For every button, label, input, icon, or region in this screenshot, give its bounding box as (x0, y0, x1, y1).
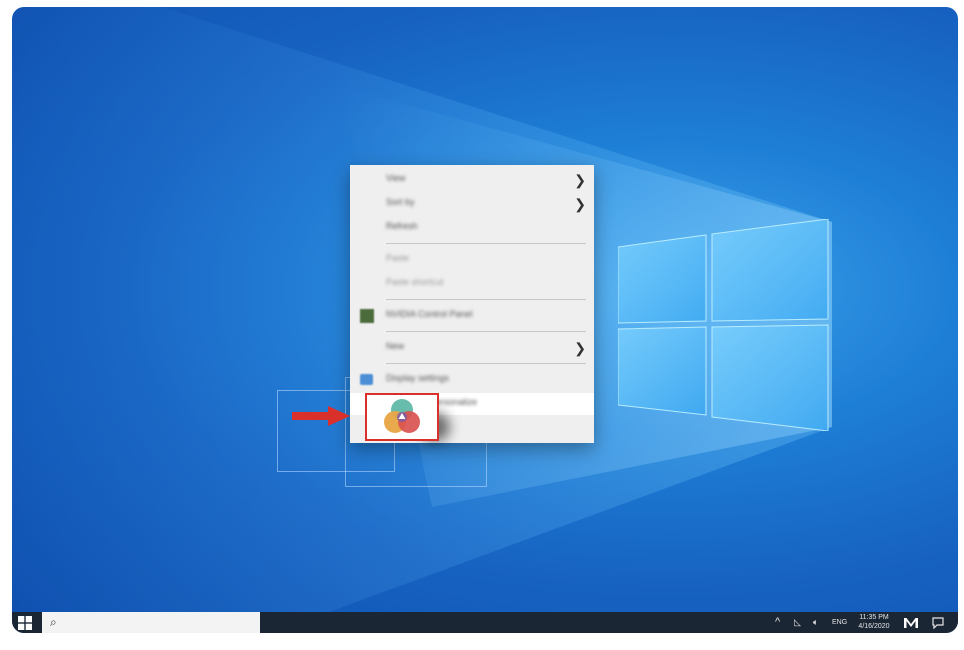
menu-item-display-settings[interactable]: Display settings (350, 369, 594, 391)
menu-separator (386, 363, 586, 364)
menu-item-label: Paste (386, 253, 410, 263)
menu-item-label: Sort by (386, 197, 415, 207)
menu-item-paste-shortcut: Paste shortcut (350, 273, 594, 295)
chevron-right-icon: ❯ (574, 340, 586, 356)
red-pointer-arrow-icon (292, 406, 350, 426)
menu-item-label: Refresh (386, 221, 418, 231)
highlighted-color-app-icon[interactable] (365, 393, 439, 441)
volume-icon[interactable]: 🔈︎ (813, 612, 818, 633)
menu-item-label: New (386, 341, 405, 351)
menu-item-refresh[interactable]: Refresh (350, 217, 594, 239)
menu-item-view[interactable]: View ❯ (350, 169, 594, 191)
menu-item-label: NVIDIA Control Panel (386, 309, 473, 319)
display-icon (360, 374, 373, 385)
windows-logo-wallpaper (618, 219, 829, 431)
language-indicator[interactable]: ENG (832, 612, 847, 633)
show-hidden-icons-chevron[interactable]: ^ (775, 612, 780, 633)
clock-time: 11:35 PM (859, 614, 889, 621)
taskbar-search-box[interactable]: ⌕ (42, 612, 260, 633)
menu-item-nvidia-control-panel[interactable]: NVIDIA Control Panel (350, 305, 594, 327)
windows-start-icon[interactable] (18, 616, 32, 630)
taskbar: ⌕ ^ ◺ 🔈︎ ENG 11:35 PM 4/16/2020 (12, 612, 958, 633)
search-icon: ⌕ (50, 615, 57, 629)
menu-item-label: View (386, 173, 406, 183)
menu-item-sort-by[interactable]: Sort by ❯ (350, 193, 594, 215)
chevron-right-icon: ❯ (574, 172, 586, 188)
chevron-right-icon: ❯ (574, 196, 586, 212)
menu-separator (386, 243, 586, 244)
color-circles-icon (384, 399, 420, 433)
network-icon[interactable]: ◺ (794, 612, 801, 633)
nvidia-icon (360, 309, 374, 323)
taskbar-clock[interactable]: 11:35 PM 4/16/2020 (854, 613, 894, 631)
app-tray-icon[interactable] (904, 617, 918, 629)
menu-item-paste: Paste (350, 249, 594, 271)
menu-item-label: Paste shortcut (386, 277, 444, 287)
menu-separator (386, 299, 586, 300)
menu-item-new[interactable]: New ❯ (350, 337, 594, 359)
notifications-icon[interactable] (932, 617, 944, 629)
menu-separator (386, 331, 586, 332)
desktop-screen: View ❯ Sort by ❯ Refresh Paste Paste sho… (12, 7, 958, 633)
clock-date: 4/16/2020 (858, 623, 890, 630)
menu-item-label: Display settings (386, 373, 450, 383)
